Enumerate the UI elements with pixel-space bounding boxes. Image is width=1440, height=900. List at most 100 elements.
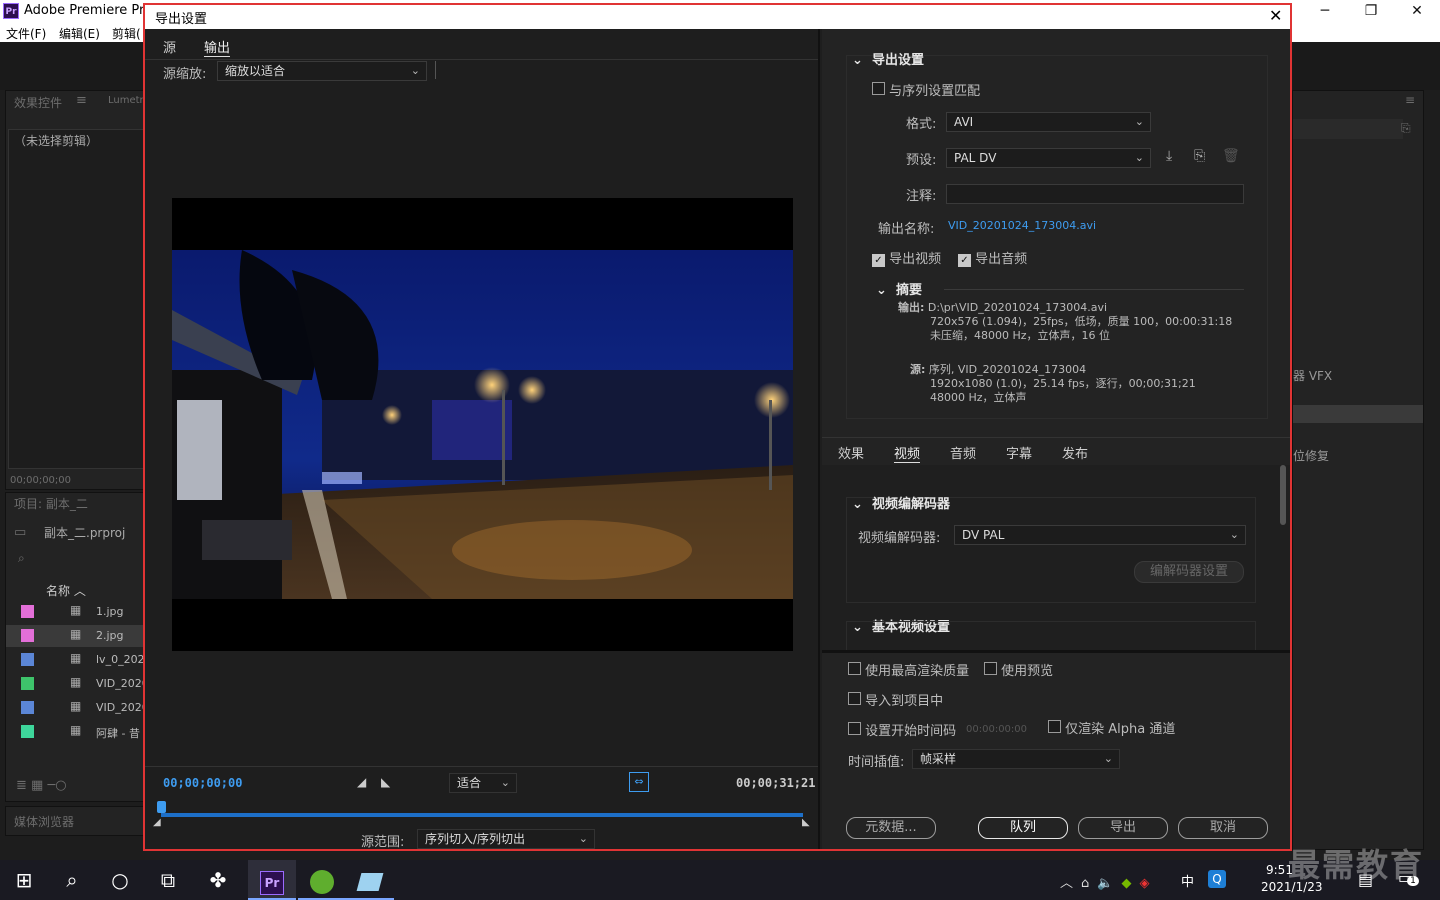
format-dropdown[interactable]: AVI ⌄: [946, 112, 1151, 132]
label-color-swatch[interactable]: [21, 653, 34, 666]
project-list-item[interactable]: ▦ lv_0_202: [6, 649, 144, 671]
pinwheel-app-icon[interactable]: ✤: [194, 860, 242, 900]
scrollbar[interactable]: [1280, 465, 1286, 525]
cancel-button[interactable]: 取消: [1178, 817, 1268, 839]
tab-video[interactable]: 视频: [894, 443, 921, 463]
import-preset-icon[interactable]: ⎘: [1194, 148, 1205, 164]
dialog-close-icon[interactable]: ✕: [1269, 6, 1282, 25]
preview-frame: [172, 198, 793, 651]
export-video-checkbox[interactable]: ✓ 导出视频: [872, 248, 941, 267]
playhead-icon[interactable]: [157, 801, 166, 813]
menu-file[interactable]: 文件(F): [6, 25, 46, 42]
max-quality-label: 使用最高渲染质量: [865, 664, 970, 679]
tab-output[interactable]: 输出: [204, 37, 231, 57]
set-out-point-icon[interactable]: ◣: [381, 775, 390, 789]
tray-chevron-icon[interactable]: ︿: [1060, 876, 1081, 891]
media-file-icon: ▦: [70, 651, 82, 665]
output-name-link[interactable]: VID_20201024_173004.avi: [948, 219, 1096, 232]
in-handle-icon[interactable]: ◢: [153, 817, 161, 828]
list-view-icon[interactable]: ≣ ▦ ─○: [16, 778, 67, 793]
label-color-swatch[interactable]: [21, 701, 34, 714]
tray-icons[interactable]: ︿⌂🔈◆◈: [1060, 872, 1157, 891]
search-icon[interactable]: ⌕: [18, 551, 25, 566]
project-list-item[interactable]: ▦ 2.jpg: [6, 625, 144, 647]
use-preview-label: 使用预览: [1001, 664, 1054, 679]
import-project-checkbox[interactable]: 导入到项目中: [848, 690, 943, 709]
name-column-header[interactable]: 名称 ︿: [46, 582, 86, 599]
volume-icon[interactable]: 🔈: [1097, 876, 1121, 891]
codec-section-header[interactable]: ⌄ 视频编解码器: [852, 493, 950, 512]
network-icon[interactable]: ⌂: [1081, 876, 1097, 891]
label-color-swatch[interactable]: [21, 677, 34, 690]
menu-clip[interactable]: 剪辑(: [112, 25, 141, 42]
export-audio-checkbox[interactable]: ✓ 导出音频: [958, 248, 1027, 267]
cortana-icon[interactable]: ○: [96, 860, 144, 900]
comment-input[interactable]: [946, 184, 1244, 204]
right-search-bar[interactable]: [1293, 119, 1403, 139]
qq-icon[interactable]: Q: [1208, 870, 1226, 888]
search-icon[interactable]: ⌕: [48, 860, 96, 900]
panel-menu-icon[interactable]: ≡: [76, 93, 87, 108]
export-settings-header[interactable]: ⌄ 导出设置: [852, 49, 924, 68]
timeline-range-bar[interactable]: [161, 813, 803, 817]
codec-dropdown[interactable]: DV PAL ⌄: [954, 525, 1246, 545]
notepad-app-icon[interactable]: [346, 860, 394, 900]
right-panel-menu-icon[interactable]: ≡: [1405, 93, 1415, 107]
out-handle-icon[interactable]: ◣: [802, 817, 810, 828]
project-list-item[interactable]: ▦ 阿肆 - 昔: [6, 721, 144, 743]
summary-output: 输出: D:\pr\VID_20201024_173004.avi 720x57…: [898, 301, 1232, 343]
close-icon[interactable]: ✕: [1394, 0, 1440, 24]
codec-value: DV PAL: [962, 528, 1005, 542]
codec-settings-button[interactable]: 编解码器设置: [1134, 561, 1244, 583]
premiere-taskbar-icon[interactable]: Pr: [248, 860, 296, 900]
export-button[interactable]: 导出: [1078, 817, 1168, 839]
summary-header[interactable]: ⌄ 摘要: [876, 279, 922, 298]
start-timecode[interactable]: 00;00;00;00: [163, 776, 242, 790]
project-list-item[interactable]: ▦ VID_2020: [6, 673, 144, 695]
tab-captions[interactable]: 字幕: [1006, 443, 1032, 462]
camera-icon[interactable]: ⎘: [1401, 121, 1411, 136]
ime-indicator[interactable]: 中: [1181, 871, 1194, 890]
lumetri-tab[interactable]: Lumetr: [108, 95, 144, 106]
minimize-icon[interactable]: ─: [1302, 0, 1348, 24]
project-list-item[interactable]: ▦ 1.jpg: [6, 601, 144, 623]
settings-pane: ⌄ 导出设置 与序列设置匹配 格式: AVI ⌄ 预设: PAL DV ⌄ ⤓ ⎘ …: [822, 29, 1290, 849]
security-icon[interactable]: ◈: [1139, 876, 1157, 891]
nvidia-icon[interactable]: ◆: [1121, 876, 1139, 891]
label-color-swatch[interactable]: [21, 605, 34, 618]
delete-preset-icon[interactable]: 🗑: [1222, 148, 1240, 164]
source-scale-dropdown[interactable]: 缩放以适合 ⌄: [217, 61, 427, 81]
aspect-toggle-icon[interactable]: ⇔: [629, 772, 649, 792]
collapse-icon: ⌄: [852, 53, 863, 68]
project-list-item[interactable]: ▦ VID_2020: [6, 697, 144, 719]
source-range-dropdown[interactable]: 序列切入/序列切出 ⌄: [417, 829, 595, 849]
set-in-point-icon[interactable]: ◢: [357, 775, 366, 789]
codec-label: 视频编解码器:: [858, 531, 941, 546]
tab-audio[interactable]: 音频: [950, 443, 976, 462]
menu-edit[interactable]: 编辑(E): [59, 25, 100, 42]
match-sequence-checkbox[interactable]: 与序列设置匹配: [872, 80, 980, 99]
set-start-tc-checkbox[interactable]: 设置开始时间码: [848, 720, 956, 739]
watermelon-app-icon[interactable]: [298, 860, 346, 900]
windows-start-icon[interactable]: ⊞: [0, 860, 48, 900]
desktop-icon[interactable]: ▤: [1358, 870, 1373, 889]
media-browser-tab[interactable]: 媒体浏览器: [14, 813, 74, 830]
use-preview-checkbox[interactable]: 使用预览: [984, 660, 1053, 679]
task-view-icon[interactable]: ⧉: [144, 860, 192, 900]
max-quality-checkbox[interactable]: 使用最高渲染质量: [848, 660, 969, 679]
save-preset-icon[interactable]: ⤓: [1166, 148, 1172, 164]
queue-button[interactable]: 队列: [978, 817, 1068, 839]
notification-icon[interactable]: ▭1: [1398, 868, 1419, 887]
effects-tab[interactable]: 效果控件: [14, 94, 62, 111]
tab-publish[interactable]: 发布: [1062, 443, 1088, 462]
fit-dropdown[interactable]: 适合 ⌄: [449, 773, 517, 793]
interp-dropdown[interactable]: 帧采样 ⌄: [912, 749, 1120, 769]
alpha-only-checkbox[interactable]: 仅渲染 Alpha 通道: [1048, 718, 1175, 737]
tab-effects[interactable]: 效果: [838, 443, 864, 462]
label-color-swatch[interactable]: [21, 629, 34, 642]
label-color-swatch[interactable]: [21, 725, 34, 738]
metadata-button[interactable]: 元数据...: [846, 817, 936, 839]
tab-source[interactable]: 源: [163, 37, 176, 56]
maximize-icon[interactable]: ❐: [1348, 0, 1394, 24]
preset-dropdown[interactable]: PAL DV ⌄: [946, 148, 1151, 168]
